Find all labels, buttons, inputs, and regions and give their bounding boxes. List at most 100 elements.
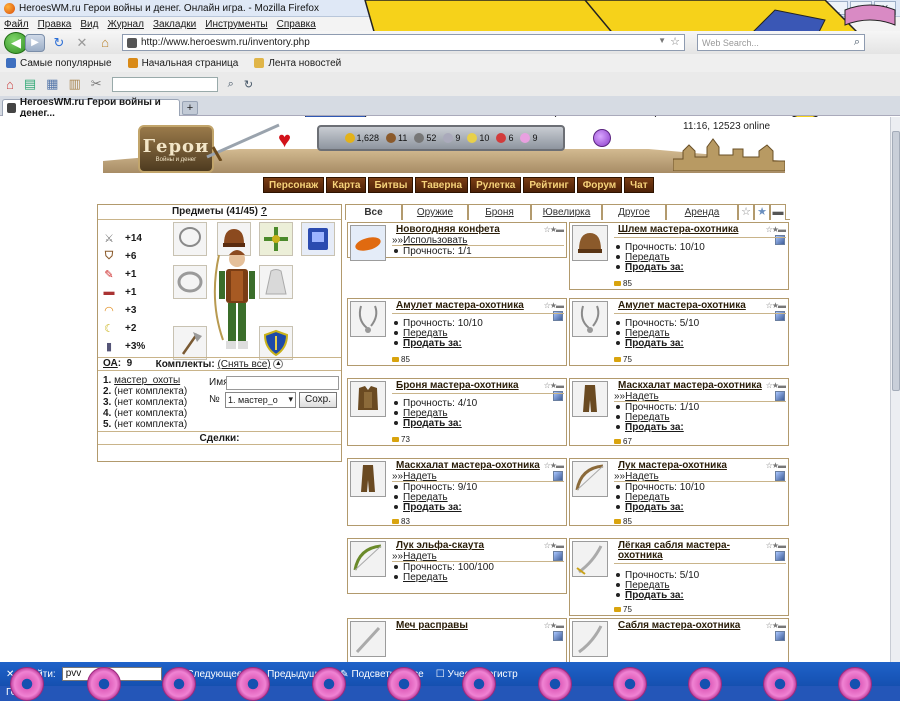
item-image[interactable]	[572, 621, 608, 657]
tab-all[interactable]: Все	[345, 204, 402, 220]
item-name[interactable]: Амулет мастера-охотника	[618, 301, 763, 311]
tools-icon[interactable]: ✂	[91, 76, 102, 92]
item-controls-icon[interactable]: ☆★▬	[766, 381, 786, 390]
item-name[interactable]: Сабля мастера-охотника	[618, 621, 763, 631]
slot-shield[interactable]	[259, 326, 293, 360]
item-controls-icon[interactable]: ☆★▬	[544, 225, 564, 234]
item-controls-icon[interactable]: ☆★▬	[766, 461, 786, 470]
item-image[interactable]	[350, 461, 386, 497]
item-name[interactable]: Маскхалат мастера-охотника	[618, 381, 763, 391]
tab-favorite-star-icon[interactable]: ☆	[738, 204, 754, 220]
item-name[interactable]: Лук эльфа-скаута	[396, 541, 541, 551]
item-repair-icon[interactable]	[775, 471, 785, 481]
item-image[interactable]	[572, 541, 608, 577]
search-icon[interactable]: ⌕	[228, 78, 234, 91]
item-image[interactable]	[350, 225, 386, 261]
game-menu-forum[interactable]: Форум	[576, 177, 623, 193]
menu-help[interactable]: Справка	[277, 19, 316, 30]
tab-rent[interactable]: Аренда	[666, 204, 738, 220]
item-name[interactable]: Лук мастера-охотника	[618, 461, 763, 471]
item-controls-icon[interactable]: ☆★▬	[766, 301, 786, 310]
menu-file[interactable]: Файл	[4, 19, 29, 30]
url-bar[interactable]: http://www.heroeswm.ru/inventory.php ▼ ☆	[122, 34, 685, 51]
tab-weapons[interactable]: Оружие	[402, 204, 468, 220]
item-controls-icon[interactable]: ☆★▬	[766, 541, 786, 550]
item-repair-icon[interactable]	[553, 551, 563, 561]
menu-history[interactable]: Журнал	[107, 19, 144, 30]
slot-amulet[interactable]	[173, 222, 207, 256]
item-image[interactable]	[572, 461, 608, 497]
sell-link[interactable]: Продать за:	[403, 418, 462, 429]
item-controls-icon[interactable]: ☆★▬	[544, 381, 564, 390]
item-controls-icon[interactable]: ☆★▬	[544, 301, 564, 310]
sell-link[interactable]: Продать за:	[403, 502, 462, 513]
transfer-link[interactable]: Передать	[403, 572, 448, 583]
item-controls-icon[interactable]: ☆★▬	[766, 225, 786, 234]
sell-link[interactable]: Продать за:	[625, 422, 684, 433]
item-controls-icon[interactable]: ☆★▬	[766, 621, 786, 630]
item-image[interactable]	[572, 225, 608, 261]
item-name[interactable]: Новогодняя конфета	[396, 225, 541, 235]
item-name[interactable]: Меч расправы	[396, 621, 541, 631]
bookmark-star-icon[interactable]: ☆	[670, 35, 680, 48]
item-name[interactable]: Броня мастера-охотника	[396, 381, 541, 391]
forward-button[interactable]: ▶	[25, 33, 45, 52]
item-repair-icon[interactable]	[775, 631, 785, 641]
web-search-input[interactable]: Web Search... ⌕	[697, 34, 865, 51]
tab-chest-icon[interactable]: ▬	[770, 204, 786, 220]
sell-link[interactable]: Продать за:	[625, 590, 684, 601]
item-name[interactable]: Лёгкая сабля мастера-охотника	[618, 541, 763, 561]
item-repair-icon[interactable]	[775, 391, 785, 401]
help-link[interactable]: ?	[261, 206, 267, 217]
menu-edit[interactable]: Правка	[38, 19, 72, 30]
item-image[interactable]	[350, 381, 386, 417]
item-controls-icon[interactable]: ☆★▬	[544, 621, 564, 630]
close-button[interactable]: ✕	[874, 1, 896, 15]
tab-star-icon[interactable]: ★	[754, 204, 770, 220]
tab-armor[interactable]: Броня	[468, 204, 531, 220]
set-number-select[interactable]: 1. мастер_о	[225, 391, 296, 408]
item-image[interactable]	[572, 381, 608, 417]
item-name[interactable]: Маскхалат мастера-охотника	[396, 461, 541, 471]
maximize-button[interactable]: □	[850, 1, 872, 15]
item-image[interactable]	[572, 301, 608, 337]
game-menu-character[interactable]: Персонаж	[263, 177, 325, 193]
home-icon[interactable]: ⌂	[6, 77, 14, 92]
clipboard-icon[interactable]: ▥	[68, 76, 80, 92]
item-image[interactable]	[350, 301, 386, 337]
bookmark-start-page[interactable]: Начальная страница	[127, 58, 238, 69]
new-tab-button[interactable]: +	[182, 101, 198, 115]
item-repair-icon[interactable]	[553, 471, 563, 481]
game-menu-roulette[interactable]: Рулетка	[470, 177, 522, 193]
remove-all-link[interactable]: (Снять все)	[217, 359, 270, 370]
minimize-button[interactable]: _	[826, 1, 848, 15]
reload-icon[interactable]: ↻	[50, 34, 68, 52]
tab-jewelry[interactable]: Ювелирка	[531, 204, 602, 220]
scrollbar-thumb[interactable]	[892, 131, 900, 391]
sell-link[interactable]: Продать за:	[625, 502, 684, 513]
set-item-1[interactable]: 1. мастер_охоты	[103, 375, 213, 386]
item-repair-icon[interactable]	[553, 631, 563, 641]
sell-link[interactable]: Продать за:	[403, 338, 462, 349]
sell-link[interactable]: Продать за:	[625, 262, 684, 273]
slot-ring[interactable]	[173, 265, 207, 299]
game-menu-map[interactable]: Карта	[326, 177, 367, 193]
collapse-icon[interactable]: ▲	[273, 359, 284, 370]
bookmark-news-feed[interactable]: Лента новостей	[254, 58, 341, 69]
tab-other[interactable]: Другое	[602, 204, 666, 220]
menu-bookmarks[interactable]: Закладки	[153, 19, 196, 30]
slot-weapon[interactable]	[173, 326, 207, 360]
set-name-input[interactable]	[226, 375, 339, 390]
item-image[interactable]	[350, 621, 386, 657]
item-repair-icon[interactable]	[775, 551, 785, 561]
slot-cloak[interactable]	[259, 265, 293, 299]
refresh-icon[interactable]: ↻	[244, 78, 253, 91]
game-menu-battles[interactable]: Битвы	[368, 177, 414, 193]
slot-book[interactable]	[301, 222, 335, 256]
slot-cross[interactable]	[259, 222, 293, 256]
game-menu-chat[interactable]: Чат	[624, 177, 654, 193]
stop-icon[interactable]: ✕	[73, 34, 91, 52]
item-name[interactable]: Шлем мастера-охотника	[618, 225, 763, 235]
page-icon[interactable]: ▤	[24, 76, 36, 92]
home-icon[interactable]: ⌂	[96, 34, 114, 52]
